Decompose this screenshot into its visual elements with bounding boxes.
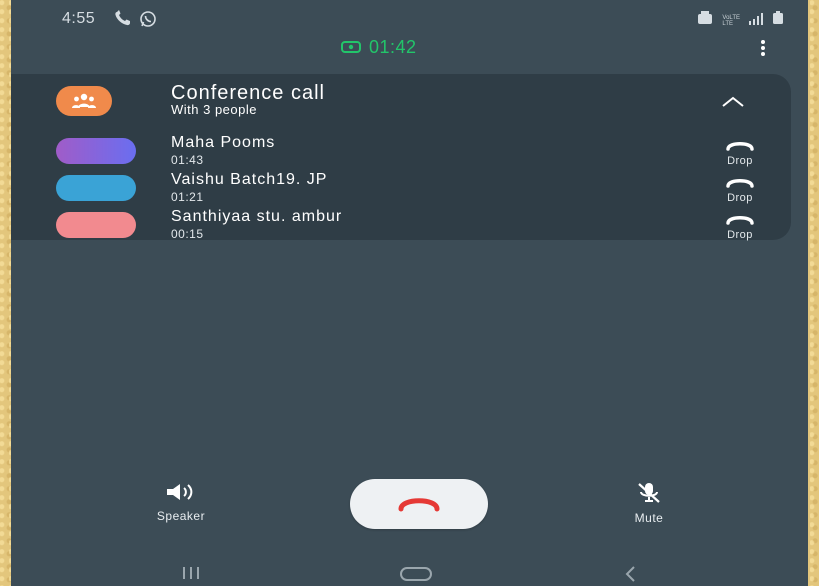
mute-icon	[638, 483, 660, 503]
lte-line2: LTE	[722, 20, 733, 27]
participant-name: Vaishu Batch19. JP	[171, 171, 328, 188]
speaker-label: Speaker	[156, 509, 206, 523]
recent-apps-icon[interactable]	[181, 566, 201, 585]
collapse-chevron-icon[interactable]	[720, 94, 746, 115]
whatsapp-icon	[139, 10, 157, 33]
conference-card: Conference call With 3 people Maha Pooms…	[11, 74, 791, 242]
hang-up-icon	[726, 179, 754, 188]
participant-name: Maha Pooms	[171, 134, 276, 151]
drop-button[interactable]: Drop	[711, 212, 769, 241]
participant-duration: 01:21	[171, 190, 204, 204]
conference-avatar	[56, 86, 112, 116]
call-screen: 4:55 VoLTE LTE 01:42 Conference call Wit…	[11, 0, 808, 586]
speaker-button[interactable]: Speaker	[131, 482, 231, 523]
battery-icon	[772, 11, 784, 30]
status-time: 4:55	[62, 10, 96, 27]
drop-button[interactable]: Drop	[711, 138, 769, 167]
mute-label: Mute	[634, 511, 664, 525]
more-options-icon[interactable]	[759, 39, 767, 62]
status-bar: 4:55 VoLTE LTE	[11, 0, 808, 38]
phone-icon	[114, 10, 132, 31]
participant-row: Vaishu Batch19. JP 01:21 Drop	[11, 171, 791, 205]
drop-label: Drop	[727, 155, 753, 167]
mute-button[interactable]: Mute	[599, 482, 699, 525]
participant-avatar	[56, 212, 136, 238]
participant-avatar	[56, 138, 136, 164]
alarm-icon	[696, 10, 714, 31]
speaker-icon	[167, 484, 193, 500]
participant-row: Maha Pooms 01:43 Drop	[11, 134, 791, 168]
home-icon[interactable]	[399, 566, 433, 586]
participant-name: Santhiyaa stu. ambur	[171, 208, 343, 225]
hang-up-icon	[726, 216, 754, 225]
call-duration: 01:42	[369, 36, 417, 57]
participant-row: Santhiyaa stu. ambur 00:15 Drop	[11, 208, 791, 242]
drop-button[interactable]: Drop	[711, 175, 769, 204]
end-call-button[interactable]	[350, 479, 488, 529]
video-call-icon	[341, 37, 361, 58]
signal-icon	[748, 12, 764, 30]
participant-avatar	[56, 175, 136, 201]
drop-label: Drop	[727, 192, 753, 204]
drop-label: Drop	[727, 229, 753, 241]
participant-duration: 01:43	[171, 153, 204, 167]
back-icon[interactable]	[623, 566, 639, 586]
call-timer: 01:42	[341, 36, 417, 58]
navigation-bar	[11, 560, 808, 586]
volte-lte-icon: VoLTE LTE	[722, 15, 740, 27]
end-call-icon	[398, 498, 440, 512]
conference-subtitle: With 3 people	[171, 102, 257, 117]
participant-duration: 00:15	[171, 227, 204, 241]
hang-up-icon	[726, 142, 754, 151]
group-icon	[72, 93, 96, 108]
